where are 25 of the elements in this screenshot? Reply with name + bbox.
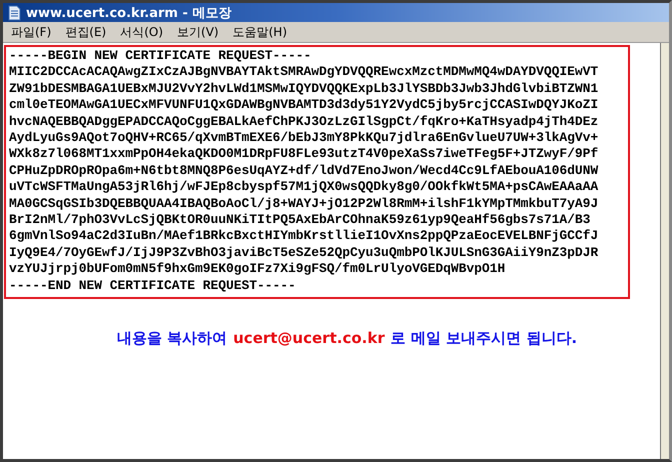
note-text: 내용을 복사하여 [116,329,228,348]
email-address: ucert@ucert.co.kr [233,329,385,348]
certificate-line: hvcNAQEBBQADggEPADCCAQoCggEBALkAefChPKJ3OzLzGIlSgpCt/fqKro+KaTHsyadp4jTh4DEz [9,114,600,130]
notepad-icon [7,4,21,20]
menu-item[interactable]: 보기(V) [171,24,227,40]
certificate-line: AydLyuGs9AQot7oQHV+RC65/qXvmBTmEXE6/bEbJ3mY8PkKQu7jdlra6EnGvlueU7UW+3lkAgVv+ [9,130,600,146]
certificate-line: -----END NEW CERTIFICATE REQUEST----- [9,278,297,294]
certificate-line: -----BEGIN NEW CERTIFICATE REQUEST----- [9,48,312,64]
certificate-line: CPHuZpDROpROpa6m+N6tbt8MNQ8P6esUqAYZ+df/ldVd7EnoJwon/Wecd4Cc9LfAEbouA106dUNW [9,162,600,180]
menu-item[interactable]: 편집(E) [59,24,114,40]
certificate-line: uVTcWSFTMaUngA53jRl6hj/wFJEp8cbyspf57M1jQX0wsQQDky8g0/OOkfkWt5MA+psCAwEAAaAA [9,179,600,196]
note-text: 로 메일 보내주시면 됩니다. [390,329,578,348]
certificate-line: vzYUJjrpj0bUFom0mN5f9hxGm9EK0goIFz7Xi9gFSQ/fm0LrUlyoVGEDqWBvpO1H [9,261,506,278]
certificate-line: MIIC2DCCAcACAQAwgZIxCzAJBgNVBAYTAktSMRAwDgYDVQQREwcxMzctMDMwMQ4wDAYDVQQIEwVT [9,64,600,81]
certificate-line: BrI2nMl/7phO3VvLcSjQBKtOR0uuNKiTItPQ5AxEbArCOhnaK59z61yp9QeaHf56gbs7s71A/B3 [9,212,592,228]
certificate-line: cml0eTEOMAwGA1UECxMFVUNFU1QxGDAWBgNVBAMTD3d3dy51Y2VydC5jby5rcjCCASIwDQYJKoZI [9,97,600,114]
certificate-line: MA0GCSqGSIb3DQEBBQUAA4IBAQBoAoCl/j8+WAYJ+jO12P2Wl8RmM+ilshF1kYMpTMmkbuT7yA9J [9,196,600,212]
certificate-line: IyQ9E4/7OyGEwfJ/IjJ9P3ZvBhO3javiBcT5eSZe52QpCyu3uQmbPOlKJULSnG3GAiiY9nZ3pDJR [9,244,600,262]
certificate-line: ZW91bDESMBAGA1UEBxMJU2VvY2hvLWd1MSMwIQYDVQQKExpLb3JlYSBDb3Jwb3JhdGlvbiBTZWN1 [9,80,600,98]
certificate-line: 6gmVnlSo94aC2d3IuBn/MAef1BRkcBxctHIYmbKrstllieI1OvXns2ppQPzaEocEVELBNFjGCCfJ [9,228,600,245]
menu-item[interactable]: 파일(F) [5,24,60,40]
certificate-line: WXk8z7l068MT1xxmPpOH4ekaQKDO0M1DRpFU8FLe93utzT4V0peXaSs7iweTFeg5F+JTZwyF/9Pf [9,146,600,163]
menu-item[interactable]: 도움말(H) [226,24,295,40]
menu-item[interactable]: 서식(O) [114,24,172,40]
window-title: www.ucert.co.kr.arm - 메모장 [26,4,232,22]
